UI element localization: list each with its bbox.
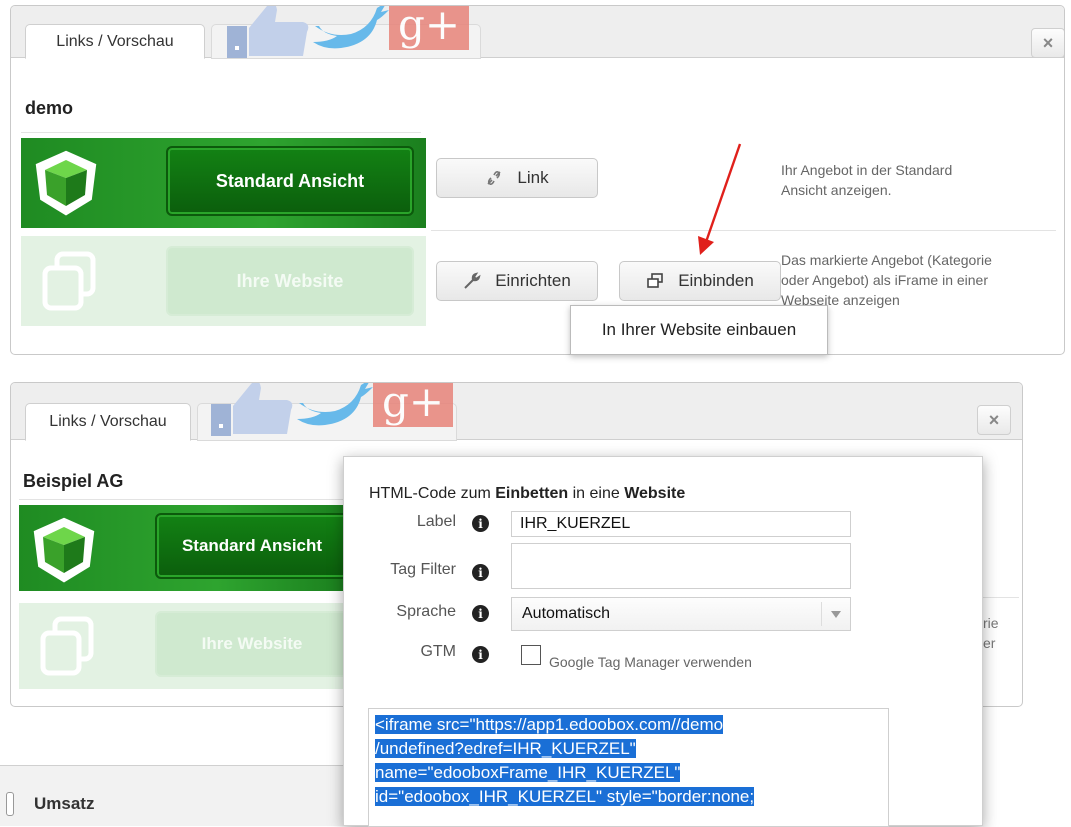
standard-view-button[interactable]: Standard Ansicht: [166, 146, 414, 216]
google-plus-icon: g+: [389, 6, 469, 50]
heading-text: HTML-Code zum: [369, 485, 496, 502]
website-icon: [42, 251, 96, 311]
code-text: name="edooboxFrame_IHR_KUERZEL": [375, 763, 681, 782]
link-label: Link: [517, 168, 549, 187]
peek-desc: rie er: [983, 613, 999, 653]
info-icon[interactable]: i: [472, 646, 489, 663]
title-divider: [21, 132, 421, 133]
link-icon: [487, 171, 501, 185]
info-icon[interactable]: i: [472, 515, 489, 532]
google-plus-icon: g+: [373, 383, 453, 427]
social-icons: g+: [203, 383, 453, 436]
close-icon: ×: [1042, 32, 1054, 53]
gtm-checkbox-label: Google Tag Manager verwenden: [549, 654, 752, 670]
title-divider: [19, 499, 349, 500]
language-label: Sprache: [396, 603, 456, 620]
tab-links-vorschau[interactable]: Links / Vorschau: [25, 403, 191, 441]
embed-button[interactable]: Einbinden: [619, 261, 781, 301]
desc-line: Ihr Angebot in der Standard: [781, 162, 953, 178]
gtm-checkbox[interactable]: [521, 645, 541, 665]
tab-label: Links / Vorschau: [49, 413, 167, 430]
your-website-label: Ihre Website: [236, 270, 344, 291]
facebook-thumb-icon: [203, 383, 295, 436]
code-line: /undefined?edref=IHR_KUERZEL": [375, 737, 882, 761]
your-website-button[interactable]: Ihre Website: [166, 246, 414, 316]
info-icon[interactable]: i: [472, 564, 489, 581]
footer-strip: Umsatz: [0, 765, 360, 826]
cube-icon: [35, 150, 97, 216]
setup-button[interactable]: Einrichten: [436, 261, 598, 301]
desc-line: Das markierte Angebot (Kategorie: [781, 252, 992, 268]
tab-label: Links / Vorschau: [56, 32, 174, 50]
code-line: id="edoobox_IHR_KUERZEL" style="border:n…: [375, 785, 882, 809]
language-value: Automatisch: [522, 605, 611, 622]
embed-tooltip: In Ihrer Website einbauen: [570, 305, 828, 355]
standard-view-label: Standard Ansicht: [181, 536, 323, 555]
standard-view-button[interactable]: Standard Ansicht: [155, 513, 349, 579]
language-select[interactable]: Automatisch: [511, 597, 851, 631]
footer-marker: [6, 792, 14, 816]
desc-line: Ansicht anzeigen.: [781, 182, 892, 198]
gtm-label: GTM: [420, 643, 456, 660]
tooltip-text: In Ihrer Website einbauen: [601, 320, 797, 339]
code-line: name="edooboxFrame_IHR_KUERZEL": [375, 761, 882, 785]
code-text: id="edoobox_IHR_KUERZEL" style="border:n…: [375, 787, 755, 806]
dialog-heading: HTML-Code zum Einbetten in eine Website: [369, 485, 685, 503]
footer-label: Umsatz: [34, 794, 95, 813]
website-desc: Das markierte Angebot (Kategorie oder An…: [781, 250, 992, 310]
close-button[interactable]: ×: [1031, 28, 1064, 58]
your-website-button[interactable]: Ihre Website: [155, 611, 349, 677]
heading-text: in eine: [568, 485, 625, 502]
desc-line: oder Angebot) als iFrame in einer: [781, 272, 988, 288]
info-icon[interactable]: i: [472, 605, 489, 622]
social-icons: g+: [219, 6, 469, 58]
embed-dialog: HTML-Code zum Einbetten in eine Website …: [343, 456, 983, 827]
code-line: <iframe src="https://app1.edoobox.com//d…: [375, 713, 882, 737]
setup-label: Einrichten: [495, 271, 571, 290]
embed-label: Einbinden: [678, 271, 754, 290]
cube-icon: [33, 517, 95, 583]
link-button[interactable]: Link: [436, 158, 598, 198]
tag-filter-label: Tag Filter: [390, 561, 456, 578]
close-icon: ×: [988, 409, 1000, 430]
wrench-icon: [464, 272, 481, 289]
annotation-arrow: [698, 143, 742, 255]
desc-line: rie: [983, 615, 999, 631]
code-text: /undefined?edref=IHR_KUERZEL": [375, 739, 636, 758]
desc-line: er: [983, 635, 996, 651]
label-input[interactable]: [511, 511, 851, 537]
close-button[interactable]: ×: [977, 405, 1011, 435]
dropdown-arrow-icon: [831, 611, 841, 618]
heading-bold: Website: [624, 485, 686, 502]
page-title: demo: [25, 98, 74, 118]
embed-code-textarea[interactable]: <iframe src="https://app1.edoobox.com//d…: [368, 708, 889, 827]
website-icon: [40, 616, 94, 676]
label-field-label: Label: [416, 513, 456, 530]
standard-view-label: Standard Ansicht: [215, 170, 365, 191]
twitter-bird-icon: [295, 383, 373, 427]
twitter-bird-icon: [311, 6, 389, 50]
standard-view-desc: Ihr Angebot in der Standard Ansicht anze…: [781, 160, 952, 200]
page-title: Beispiel AG: [23, 471, 124, 491]
row-divider: [983, 597, 1019, 598]
top-panel: Links / Vorschau g+ × demo Standard Ansi…: [10, 5, 1065, 355]
facebook-thumb-icon: [219, 6, 311, 58]
your-website-label: Ihre Website: [201, 634, 303, 653]
select-divider: [821, 602, 822, 626]
heading-bold: Einbetten: [495, 485, 569, 502]
tag-filter-input[interactable]: [511, 543, 851, 589]
embed-icon: [647, 273, 663, 288]
code-text: <iframe src="https://app1.edoobox.com//d…: [375, 715, 724, 734]
tab-links-vorschau[interactable]: Links / Vorschau: [25, 24, 205, 59]
